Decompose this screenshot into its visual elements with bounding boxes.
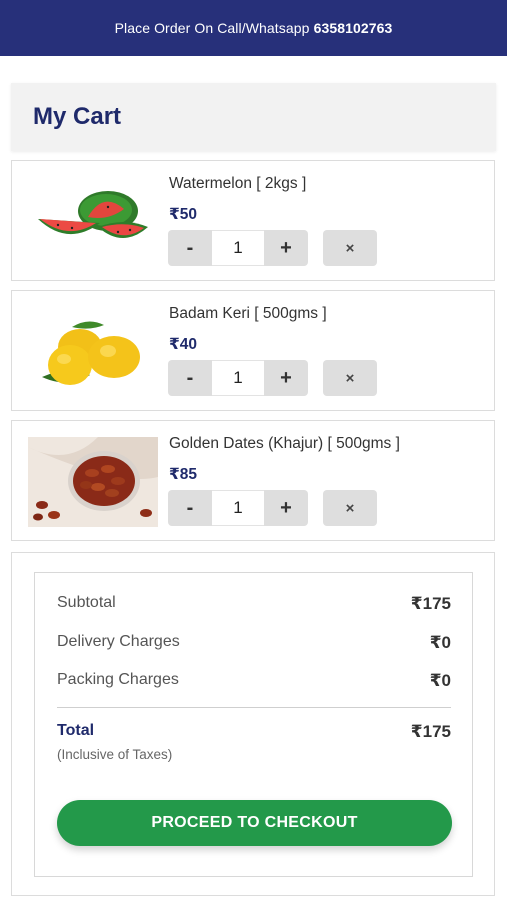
quantity-stepper: - 1 + [168, 360, 308, 396]
total-label: Total [57, 722, 95, 739]
total-row: Total ₹175 [57, 722, 451, 742]
remove-item-button[interactable]: × [323, 230, 377, 266]
total-amount: ₹175 [410, 722, 451, 741]
cart-header: My Cart [11, 83, 496, 151]
decrease-quantity-button[interactable]: - [168, 490, 212, 526]
item-price: ₹40 [169, 336, 198, 353]
quantity-stepper: - 1 + [168, 230, 308, 266]
delivery-label: Delivery Charges [57, 633, 180, 650]
item-name: Watermelon [ 2kgs ] [169, 175, 307, 192]
proceed-to-checkout-button[interactable]: PROCEED TO CHECKOUT [57, 800, 452, 846]
subtotal-amount: ₹175 [410, 594, 451, 613]
tax-note: (Inclusive of Taxes) [57, 747, 173, 762]
increase-quantity-button[interactable]: + [264, 490, 308, 526]
top-banner: Place Order On Call/Whatsapp 6358102763 [0, 0, 507, 56]
order-summary: Subtotal ₹175 Delivery Charges ₹0 Packin… [34, 572, 473, 877]
item-name: Badam Keri [ 500gms ] [169, 305, 327, 322]
cart-item: Golden Dates (Khajur) [ 500gms ] ₹85 - 1… [11, 420, 495, 541]
subtotal-label: Subtotal [57, 594, 116, 611]
watermelon-image [38, 191, 148, 238]
dates-image [28, 437, 158, 527]
decrease-quantity-button[interactable]: - [168, 360, 212, 396]
subtotal-row: Subtotal ₹175 [57, 594, 451, 614]
delivery-amount: ₹0 [429, 633, 451, 652]
packing-label: Packing Charges [57, 671, 179, 688]
phone-number-link[interactable]: 6358102763 [314, 20, 393, 36]
item-price: ₹50 [169, 206, 198, 223]
mango-image [42, 321, 140, 385]
top-banner-text: Place Order On Call/Whatsapp [114, 20, 310, 36]
cart-item: Badam Keri [ 500gms ] ₹40 - 1 + × [11, 290, 495, 411]
cart-item: Watermelon [ 2kgs ] ₹50 - 1 + × [11, 160, 495, 281]
packing-amount: ₹0 [429, 671, 451, 690]
order-summary-card: Subtotal ₹175 Delivery Charges ₹0 Packin… [11, 552, 495, 896]
item-name: Golden Dates (Khajur) [ 500gms ] [169, 435, 400, 452]
increase-quantity-button[interactable]: + [264, 360, 308, 396]
page-title: My Cart [33, 103, 122, 130]
decrease-quantity-button[interactable]: - [168, 230, 212, 266]
quantity-value[interactable]: 1 [212, 360, 264, 396]
quantity-stepper: - 1 + [168, 490, 308, 526]
divider [57, 707, 451, 708]
delivery-row: Delivery Charges ₹0 [57, 633, 451, 653]
item-price: ₹85 [169, 466, 198, 483]
packing-row: Packing Charges ₹0 [57, 671, 451, 691]
quantity-value[interactable]: 1 [212, 230, 264, 266]
remove-item-button[interactable]: × [323, 490, 377, 526]
quantity-value[interactable]: 1 [212, 490, 264, 526]
remove-item-button[interactable]: × [323, 360, 377, 396]
increase-quantity-button[interactable]: + [264, 230, 308, 266]
